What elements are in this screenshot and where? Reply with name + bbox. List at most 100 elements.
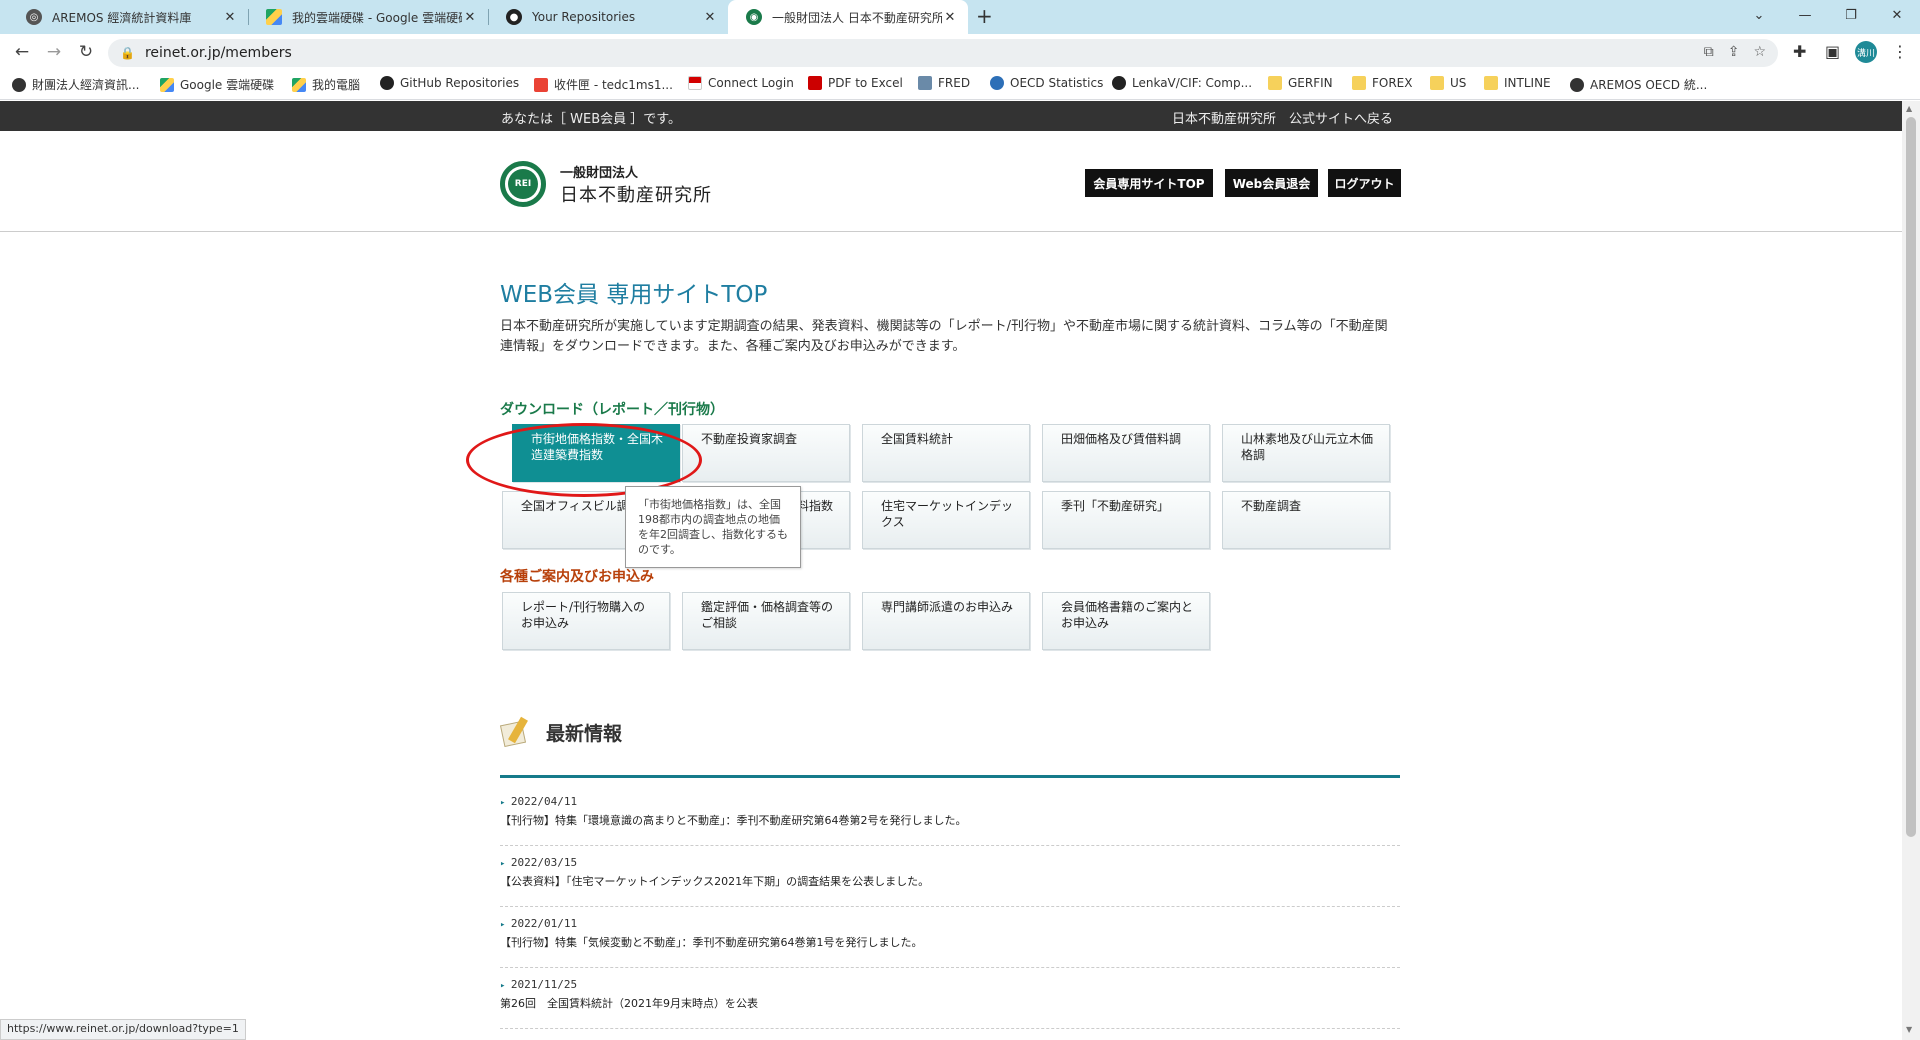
news-text[interactable]: 【刊行物】特集「気候変動と不動産」：季刊不動産研究第64巻第1号を発行しました。: [500, 934, 923, 950]
news-date: 2021/11/25: [500, 978, 577, 991]
bookmark-item[interactable]: LenkaV/CIF: Comp...: [1112, 76, 1252, 90]
tab-github[interactable]: ● Your Repositories ✕: [488, 0, 728, 34]
close-window-button[interactable]: ✕: [1874, 0, 1920, 30]
bookmark-item[interactable]: FRED: [918, 76, 970, 90]
news-title: 最新情報: [546, 722, 623, 745]
tab-aremos[interactable]: ◎ AREMOS 經濟統計資料庫 ✕: [8, 0, 248, 34]
news-item[interactable]: 2022/03/15 【公表資料】「住宅マーケットインデックス2021年下期」の…: [500, 846, 1400, 907]
download-card-farmland-price[interactable]: 田畑価格及び賃借料調: [1042, 424, 1210, 482]
bookmarks-bar: 財團法人經濟資訊... Google 雲端硬碟 我的電腦 GitHub Repo…: [0, 70, 1920, 100]
bookmark-item[interactable]: 收件匣 - tedc1ms1...: [534, 76, 673, 93]
withdraw-button[interactable]: Web会員退会: [1225, 169, 1318, 197]
tab-label: 一般財団法人 日本不動産研究所: [772, 10, 942, 25]
download-card-investor-survey[interactable]: 不動産投資家調査: [682, 424, 850, 482]
google-drive-icon: [266, 9, 282, 25]
bookmark-star-icon[interactable]: ☆: [1753, 44, 1766, 60]
extensions-icon[interactable]: ✚: [1793, 42, 1806, 61]
site-header: REI 一般財団法人 日本不動産研究所 会員専用サイトTOP Web会員退会 ロ…: [0, 131, 1902, 232]
download-card-quarterly-journal[interactable]: 季刊「不動産研究」: [1042, 491, 1210, 549]
scroll-down-icon[interactable]: ▼: [1906, 1025, 1912, 1034]
back-button[interactable]: ←: [10, 40, 34, 64]
guide-card-member-books[interactable]: 会員価格書籍のご案内とお申込み: [1042, 592, 1210, 650]
bookmark-item[interactable]: PDF to Excel: [808, 76, 903, 90]
share-icon[interactable]: ⇪: [1728, 44, 1740, 60]
bookmark-item[interactable]: 我的電腦: [292, 76, 360, 93]
bookmark-item[interactable]: GitHub Repositories: [380, 76, 519, 90]
close-icon[interactable]: ✕: [942, 10, 958, 25]
forward-button[interactable]: →: [42, 40, 66, 64]
browser-tab-bar: ◎ AREMOS 經濟統計資料庫 ✕ 我的雲端硬碟 - Google 雲端硬碟 …: [0, 0, 1920, 34]
bookmark-item[interactable]: US: [1430, 76, 1466, 90]
logo-subtitle: 一般財団法人: [560, 165, 639, 181]
new-tab-button[interactable]: +: [976, 4, 993, 28]
translate-icon[interactable]: ⧉: [1704, 44, 1714, 60]
bookmark-item[interactable]: AREMOS OECD 統...: [1570, 76, 1707, 93]
member-status-bar: あなたは［ WEB会員 ］です。 日本不動産研究所 公式サイトへ戻る: [0, 101, 1902, 131]
profile-avatar[interactable]: 溝川: [1855, 41, 1877, 63]
scrollbar-thumb[interactable]: [1906, 117, 1916, 837]
guide-card-lecturer[interactable]: 専門講師派遣のお申込み: [862, 592, 1030, 650]
fred-icon: [918, 76, 932, 90]
bookmark-item[interactable]: Connect Login: [688, 76, 794, 90]
news-item[interactable]: 2022/04/11 【刊行物】特集「環境意識の高まりと不動産」：季刊不動産研究…: [500, 785, 1400, 846]
tab-reinet[interactable]: ◉ 一般財団法人 日本不動産研究所 ✕: [728, 0, 968, 34]
page-scrollbar[interactable]: ▲ ▼: [1902, 101, 1920, 1040]
news-icon: [499, 716, 534, 748]
news-item[interactable]: 2021/11/25 第26回 全国賃料統計（2021年9月末時点）を公表: [500, 968, 1400, 1029]
bookmark-item[interactable]: 財團法人經濟資訊...: [12, 76, 139, 93]
gmail-icon: [534, 77, 548, 92]
guide-section-title: 各種ご案内及びお申込み: [500, 569, 654, 585]
bookmark-item[interactable]: FOREX: [1352, 76, 1413, 90]
lock-icon[interactable]: 🔒: [120, 46, 135, 60]
google-drive-icon: [160, 77, 174, 92]
bookmark-item[interactable]: Google 雲端硬碟: [160, 76, 274, 93]
close-icon[interactable]: ✕: [702, 10, 718, 25]
news-item[interactable]: 2022/01/11 【刊行物】特集「気候変動と不動産」：季刊不動産研究第64巻…: [500, 907, 1400, 968]
globe-icon: [12, 77, 26, 92]
bookmark-item[interactable]: GERFIN: [1268, 76, 1333, 90]
official-site-link[interactable]: 日本不動産研究所 公式サイトへ戻る: [1172, 108, 1393, 127]
news-text[interactable]: 第26回 全国賃料統計（2021年9月末時点）を公表: [500, 995, 758, 1011]
members-top-button[interactable]: 会員専用サイトTOP: [1085, 169, 1213, 197]
news-date: 2022/04/11: [500, 795, 577, 808]
guide-card-purchase[interactable]: レポート/刊行物購入のお申込み: [502, 592, 670, 650]
news-header: 最新情報: [499, 716, 623, 748]
tab-label: Your Repositories: [532, 10, 636, 24]
site-logo[interactable]: REI 一般財団法人 日本不動産研究所: [500, 161, 712, 207]
bookmark-item[interactable]: OECD Statistics: [990, 76, 1103, 90]
news-text[interactable]: 【刊行物】特集「環境意識の高まりと不動産」：季刊不動産研究第64巻第2号を発行し…: [500, 812, 967, 828]
link-status-bar: https://www.reinet.or.jp/download?type=1: [0, 1019, 246, 1040]
close-icon[interactable]: ✕: [222, 10, 238, 25]
download-card-housing-market-index[interactable]: 住宅マーケットインデックス: [862, 491, 1030, 549]
download-card-forest-price[interactable]: 山林素地及び山元立木価格調: [1222, 424, 1390, 482]
rei-logo-icon: REI: [500, 161, 546, 207]
page-title: WEB会員 専用サイトTOP: [500, 282, 768, 308]
logo-title: 日本不動産研究所: [560, 184, 712, 206]
tab-search-icon[interactable]: ⌄: [1736, 0, 1782, 30]
scroll-up-icon[interactable]: ▲: [1906, 104, 1912, 113]
news-divider: [500, 775, 1400, 778]
menu-icon[interactable]: ⋮: [1892, 42, 1908, 61]
close-icon[interactable]: ✕: [462, 10, 478, 25]
reload-button[interactable]: ↻: [74, 40, 98, 64]
minimize-button[interactable]: —: [1782, 0, 1828, 30]
news-text[interactable]: 【公表資料】「住宅マーケットインデックス2021年下期」の調査結果を公表しました…: [500, 873, 929, 889]
tab-google-drive[interactable]: 我的雲端硬碟 - Google 雲端硬碟 ✕: [248, 0, 488, 34]
download-card-rent-statistics[interactable]: 全国賃料統計: [862, 424, 1030, 482]
github-icon: ●: [506, 9, 522, 25]
globe-icon: [1570, 77, 1584, 92]
folder-icon: [1430, 76, 1444, 90]
address-bar[interactable]: 🔒 reinet.or.jp/members ⧉ ⇪ ☆: [108, 39, 1778, 67]
download-card-land-price-index[interactable]: 市街地価格指数・全国木造建築費指数: [512, 424, 680, 482]
tab-label: AREMOS 經濟統計資料庫: [52, 10, 192, 25]
web-page: あなたは［ WEB会員 ］です。 日本不動産研究所 公式サイトへ戻る REI 一…: [0, 101, 1902, 1040]
restore-button[interactable]: ❐: [1828, 0, 1874, 30]
folder-icon: [1268, 76, 1282, 90]
bookmark-item[interactable]: INTLINE: [1484, 76, 1551, 90]
download-card-real-estate-survey[interactable]: 不動産調査: [1222, 491, 1390, 549]
side-panel-icon[interactable]: ▣: [1825, 42, 1840, 61]
intro-text: 日本不動産研究所が実施しています定期調査の結果、発表資料、機関誌等の「レポート/…: [500, 319, 1388, 354]
folder-icon: [1352, 76, 1366, 90]
logout-button[interactable]: ログアウト: [1328, 169, 1401, 197]
guide-card-appraisal[interactable]: 鑑定評価・価格調査等のご相談: [682, 592, 850, 650]
